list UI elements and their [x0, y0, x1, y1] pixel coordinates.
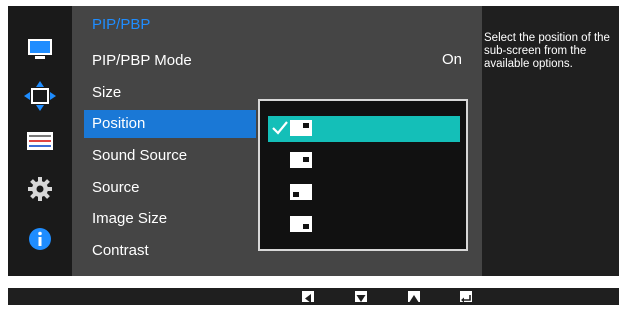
checkmark-icon	[271, 119, 289, 142]
position-options-panel	[258, 99, 468, 251]
sidebar	[8, 6, 72, 276]
menu-item-source[interactable]: Source	[84, 174, 256, 202]
menu-item-label: Contrast	[92, 242, 149, 259]
gear-icon[interactable]	[18, 174, 62, 204]
monitor-icon[interactable]	[18, 34, 62, 64]
position-option-top-right[interactable]	[268, 116, 460, 142]
menu-item-label: Image Size	[92, 210, 168, 227]
left-arrow-key-icon	[302, 291, 314, 303]
menu-item-contrast[interactable]: Contrast	[84, 237, 256, 265]
pip-bottom-right-icon	[290, 184, 312, 200]
position-option-top-left[interactable]	[268, 212, 460, 238]
up-arrow-key-icon	[408, 291, 420, 302]
position-option-bottom-left[interactable]	[268, 148, 460, 174]
menu-item-size[interactable]: Size	[84, 79, 256, 107]
menu-item-label: Sound Source	[92, 147, 188, 164]
menu-item-label: PIP/PBP Mode	[92, 52, 192, 69]
pip-pbp-mode-value: On	[441, 51, 462, 68]
menu-item-label: Position	[92, 115, 146, 132]
bottom-key-guide	[8, 288, 619, 305]
down-arrow-key-icon	[355, 291, 367, 302]
position-option-bottom-right[interactable]	[268, 180, 460, 206]
settings-panel-icon[interactable]	[18, 126, 62, 156]
menu-item-label: Size	[92, 84, 122, 101]
osd-window: PIP/PBP PIP/PBP Mode On Size Position So…	[8, 6, 619, 276]
menu-item-position[interactable]: Position	[84, 110, 256, 138]
menu-item-pip-pbp-mode[interactable]: PIP/PBP Mode	[84, 47, 256, 75]
menu-item-sound-source[interactable]: Sound Source	[84, 142, 256, 170]
pip-pbp-menu-panel: PIP/PBP PIP/PBP Mode On Size Position So…	[72, 6, 482, 276]
move-arrows-icon[interactable]	[18, 81, 62, 111]
menu-item-image-size[interactable]: Image Size	[84, 205, 256, 233]
enter-key-icon	[460, 291, 472, 303]
pip-bottom-left-icon	[290, 152, 312, 168]
pip-top-left-icon	[290, 216, 312, 232]
info-icon[interactable]	[18, 224, 62, 254]
pip-top-right-icon	[290, 120, 312, 136]
help-description: Select the position of the sub-screen fr…	[484, 32, 610, 70]
menu-title: PIP/PBP	[92, 16, 151, 33]
menu-item-label: Source	[92, 179, 140, 196]
